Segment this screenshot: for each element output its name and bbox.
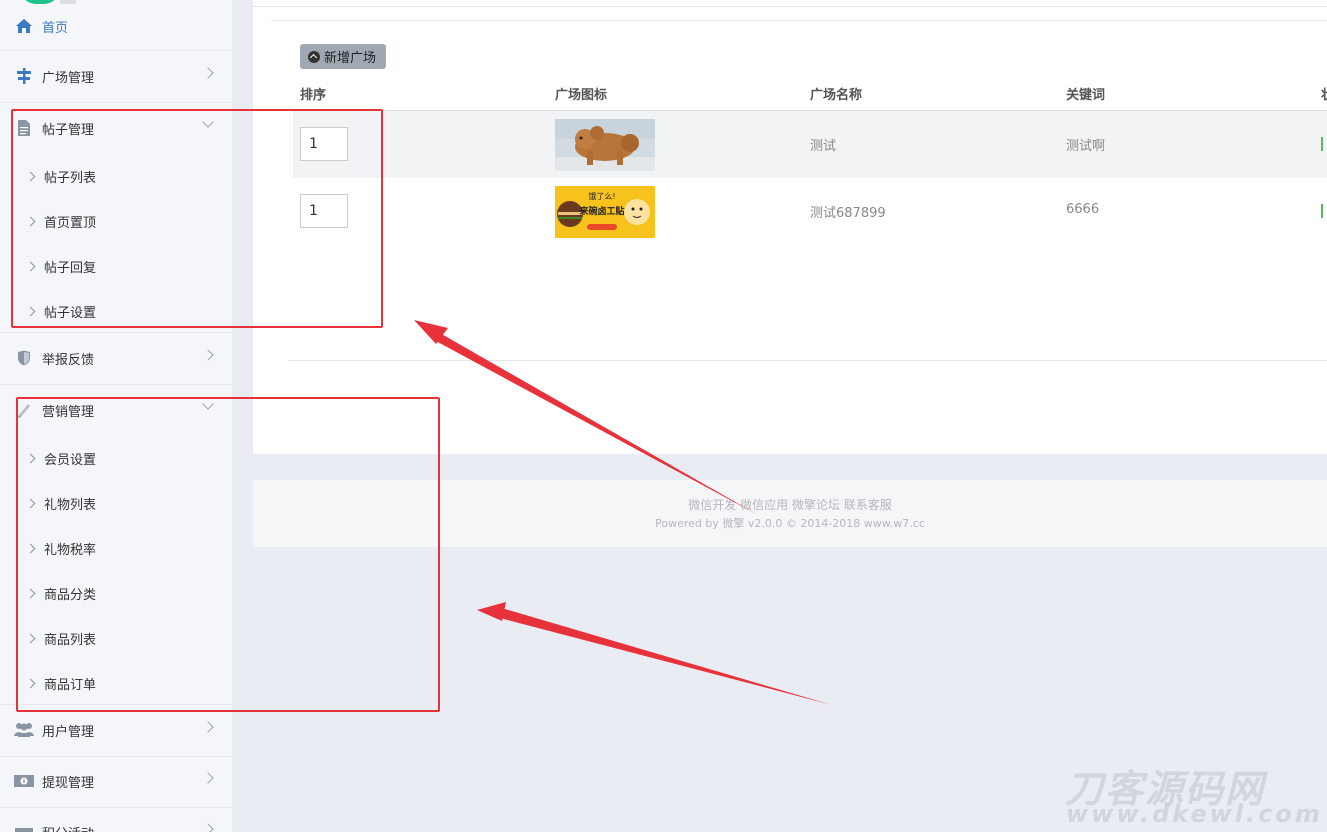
annotation-arrow-lower bbox=[477, 602, 832, 705]
annotation-arrows bbox=[414, 320, 832, 705]
annotation-arrow-upper bbox=[414, 320, 758, 515]
watermark-url: www.dkewl.com bbox=[1066, 800, 1323, 828]
